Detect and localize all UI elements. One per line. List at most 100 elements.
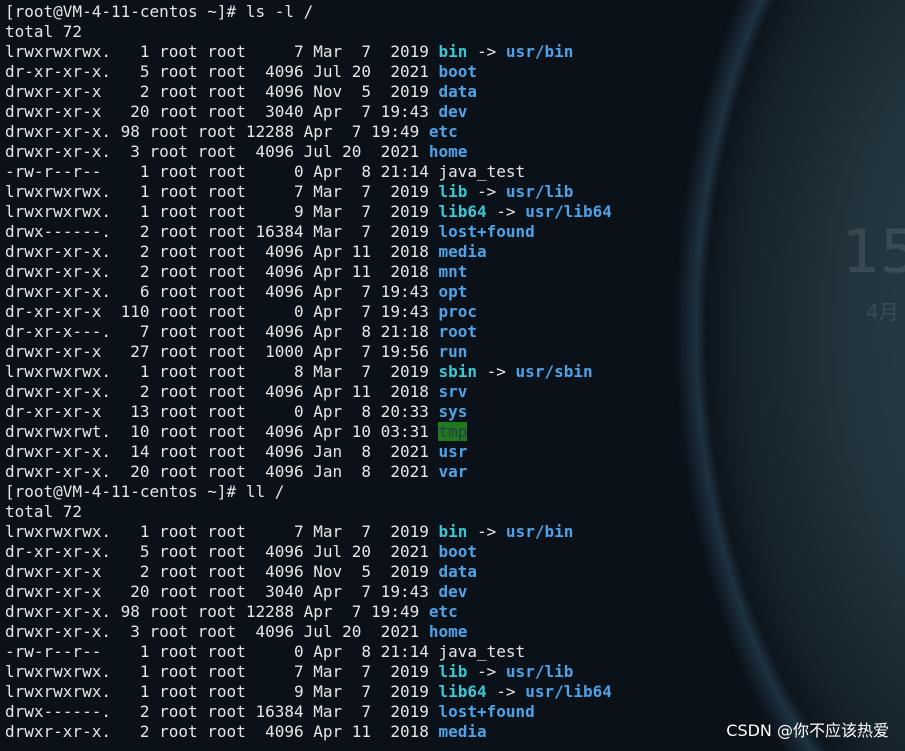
link-target: usr/lib64 [525, 682, 612, 701]
link-target: usr/lib [505, 182, 574, 201]
listing-attributes: drwxr-xr-x 2 root root 4096 Nov 5 2019 [5, 82, 439, 101]
link-arrow: -> [467, 522, 506, 541]
entry-name: data [438, 82, 478, 101]
listing-attributes: dr-xr-xr-x 110 root root 0 Apr 7 19:43 [5, 302, 439, 321]
listing-attributes: drwxr-xr-x. 3 root root 4096 Jul 20 2021 [5, 622, 429, 641]
entry-name: var [438, 462, 468, 481]
entry-name: java_test [438, 162, 526, 181]
entry-name: bin [438, 522, 468, 541]
entry-name: lost+found [438, 702, 535, 721]
listing-row: lrwxrwxrwx. 1 root root 9 Mar 7 2019 lib… [5, 202, 905, 222]
listing-attributes: lrwxrwxrwx. 1 root root 7 Mar 7 2019 [5, 662, 439, 681]
listing-attributes: drwxr-xr-x 2 root root 4096 Nov 5 2019 [5, 562, 439, 581]
listing-row: dr-xr-xr-x. 5 root root 4096 Jul 20 2021… [5, 62, 905, 82]
listing-attributes: drwxr-xr-x. 2 root root 4096 Apr 11 2018 [5, 722, 439, 741]
listing-row: lrwxrwxrwx. 1 root root 8 Mar 7 2019 sbi… [5, 362, 905, 382]
link-arrow: -> [467, 42, 506, 61]
link-arrow: -> [467, 182, 506, 201]
listing-attributes: drwxr-xr-x. 2 root root 4096 Apr 11 2018 [5, 242, 439, 261]
listing-attributes: lrwxrwxrwx. 1 root root 7 Mar 7 2019 [5, 522, 439, 541]
listing-row: drwxr-xr-x. 98 root root 12288 Apr 7 19:… [5, 122, 905, 142]
listing-attributes: dr-xr-x---. 7 root root 4096 Apr 8 21:18 [5, 322, 439, 341]
listing-attributes: drwxr-xr-x. 2 root root 4096 Apr 11 2018 [5, 382, 439, 401]
listing-row: drwxrwxrwt. 10 root root 4096 Apr 10 03:… [5, 422, 905, 442]
entry-name: media [438, 722, 487, 741]
entry-name: data [438, 562, 478, 581]
entry-name: usr [438, 442, 468, 461]
entry-name: boot [438, 62, 478, 81]
listing-row: lrwxrwxrwx. 1 root root 9 Mar 7 2019 lib… [5, 682, 905, 702]
listing-attributes: drwxr-xr-x. 14 root root 4096 Jan 8 2021 [5, 442, 439, 461]
listing-attributes: drwx------. 2 root root 16384 Mar 7 2019 [5, 222, 439, 241]
listing-row: drwx------. 2 root root 16384 Mar 7 2019… [5, 222, 905, 242]
entry-name: home [428, 622, 468, 641]
listing-row: drwxr-xr-x. 98 root root 12288 Apr 7 19:… [5, 602, 905, 622]
listing-attributes: drwx------. 2 root root 16384 Mar 7 2019 [5, 702, 439, 721]
listing-attributes: drwxr-xr-x. 6 root root 4096 Apr 7 19:43 [5, 282, 439, 301]
link-arrow: -> [486, 202, 526, 221]
link-target: usr/bin [505, 522, 574, 541]
listing-row: lrwxrwxrwx. 1 root root 7 Mar 7 2019 bin… [5, 522, 905, 542]
link-arrow: -> [477, 362, 516, 381]
entry-name: lib [438, 662, 468, 681]
listing-row: drwxr-xr-x 20 root root 3040 Apr 7 19:43… [5, 102, 905, 122]
listing-row: drwxr-xr-x. 2 root root 4096 Apr 11 2018… [5, 242, 905, 262]
terminal-line: total 72 [5, 22, 83, 41]
entry-name: media [438, 242, 487, 261]
listing-row: drwxr-xr-x 27 root root 1000 Apr 7 19:56… [5, 342, 905, 362]
terminal-line: total 72 [5, 502, 83, 521]
listing-attributes: drwxrwxrwt. 10 root root 4096 Apr 10 03:… [5, 422, 439, 441]
listing-attributes: drwxr-xr-x. 98 root root 12288 Apr 7 19:… [5, 602, 429, 621]
listing-row: drwxr-xr-x. 2 root root 4096 Apr 11 2018… [5, 382, 905, 402]
listing-attributes: dr-xr-xr-x. 5 root root 4096 Jul 20 2021 [5, 62, 439, 81]
entry-name: tmp [438, 422, 468, 441]
link-arrow: -> [467, 662, 506, 681]
terminal-line: [root@VM-4-11-centos ~]# ll / [5, 482, 285, 501]
listing-attributes: lrwxrwxrwx. 1 root root 9 Mar 7 2019 [5, 202, 439, 221]
entry-name: boot [438, 542, 478, 561]
listing-attributes: drwxr-xr-x 20 root root 3040 Apr 7 19:43 [5, 582, 439, 601]
entry-name: mnt [438, 262, 468, 281]
listing-row: lrwxrwxrwx. 1 root root 7 Mar 7 2019 lib… [5, 182, 905, 202]
listing-attributes: lrwxrwxrwx. 1 root root 9 Mar 7 2019 [5, 682, 439, 701]
listing-row: -rw-r--r-- 1 root root 0 Apr 8 21:14 jav… [5, 642, 905, 662]
entry-name: lost+found [438, 222, 535, 241]
link-target: usr/sbin [515, 362, 593, 381]
listing-attributes: drwxr-xr-x. 2 root root 4096 Apr 11 2018 [5, 262, 439, 281]
listing-row: drwxr-xr-x 2 root root 4096 Nov 5 2019 d… [5, 82, 905, 102]
listing-row: -rw-r--r-- 1 root root 0 Apr 8 21:14 jav… [5, 162, 905, 182]
entry-name: home [428, 142, 468, 161]
listing-row: drwxr-xr-x. 3 root root 4096 Jul 20 2021… [5, 622, 905, 642]
entry-name: lib64 [438, 202, 487, 221]
link-target: usr/lib [505, 662, 574, 681]
listing-row: dr-xr-xr-x 13 root root 0 Apr 8 20:33 sy… [5, 402, 905, 422]
listing-row: dr-xr-xr-x. 5 root root 4096 Jul 20 2021… [5, 542, 905, 562]
entry-name: proc [438, 302, 478, 321]
listing-row: drwxr-xr-x. 3 root root 4096 Jul 20 2021… [5, 142, 905, 162]
listing-row: lrwxrwxrwx. 1 root root 7 Mar 7 2019 lib… [5, 662, 905, 682]
entry-name: run [438, 342, 468, 361]
listing-row: dr-xr-xr-x 110 root root 0 Apr 7 19:43 p… [5, 302, 905, 322]
listing-attributes: -rw-r--r-- 1 root root 0 Apr 8 21:14 [5, 162, 439, 181]
listing-row: drwxr-xr-x 2 root root 4096 Nov 5 2019 d… [5, 562, 905, 582]
listing-row: drwxr-xr-x. 14 root root 4096 Jan 8 2021… [5, 442, 905, 462]
listing-attributes: drwxr-xr-x. 20 root root 4096 Jan 8 2021 [5, 462, 439, 481]
listing-attributes: dr-xr-xr-x. 5 root root 4096 Jul 20 2021 [5, 542, 439, 561]
listing-row: drwxr-xr-x. 6 root root 4096 Apr 7 19:43… [5, 282, 905, 302]
link-target: usr/lib64 [525, 202, 612, 221]
listing-attributes: drwxr-xr-x. 3 root root 4096 Jul 20 2021 [5, 142, 429, 161]
entry-name: srv [438, 382, 468, 401]
entry-name: root [438, 322, 478, 341]
listing-row: drwxr-xr-x. 2 root root 4096 Apr 11 2018… [5, 262, 905, 282]
entry-name: dev [438, 102, 468, 121]
terminal-line: [root@VM-4-11-centos ~]# ls -l / [5, 2, 314, 21]
listing-attributes: dr-xr-xr-x 13 root root 0 Apr 8 20:33 [5, 402, 439, 421]
entry-name: sbin [438, 362, 478, 381]
listing-row: dr-xr-x---. 7 root root 4096 Apr 8 21:18… [5, 322, 905, 342]
terminal-output[interactable]: [root@VM-4-11-centos ~]# ls -l / total 72… [5, 2, 905, 742]
listing-attributes: lrwxrwxrwx. 1 root root 7 Mar 7 2019 [5, 42, 439, 61]
link-arrow: -> [486, 682, 526, 701]
entry-name: lib64 [438, 682, 487, 701]
csdn-watermark: CSDN @你不应该热爱 [726, 721, 889, 740]
listing-attributes: -rw-r--r-- 1 root root 0 Apr 8 21:14 [5, 642, 439, 661]
